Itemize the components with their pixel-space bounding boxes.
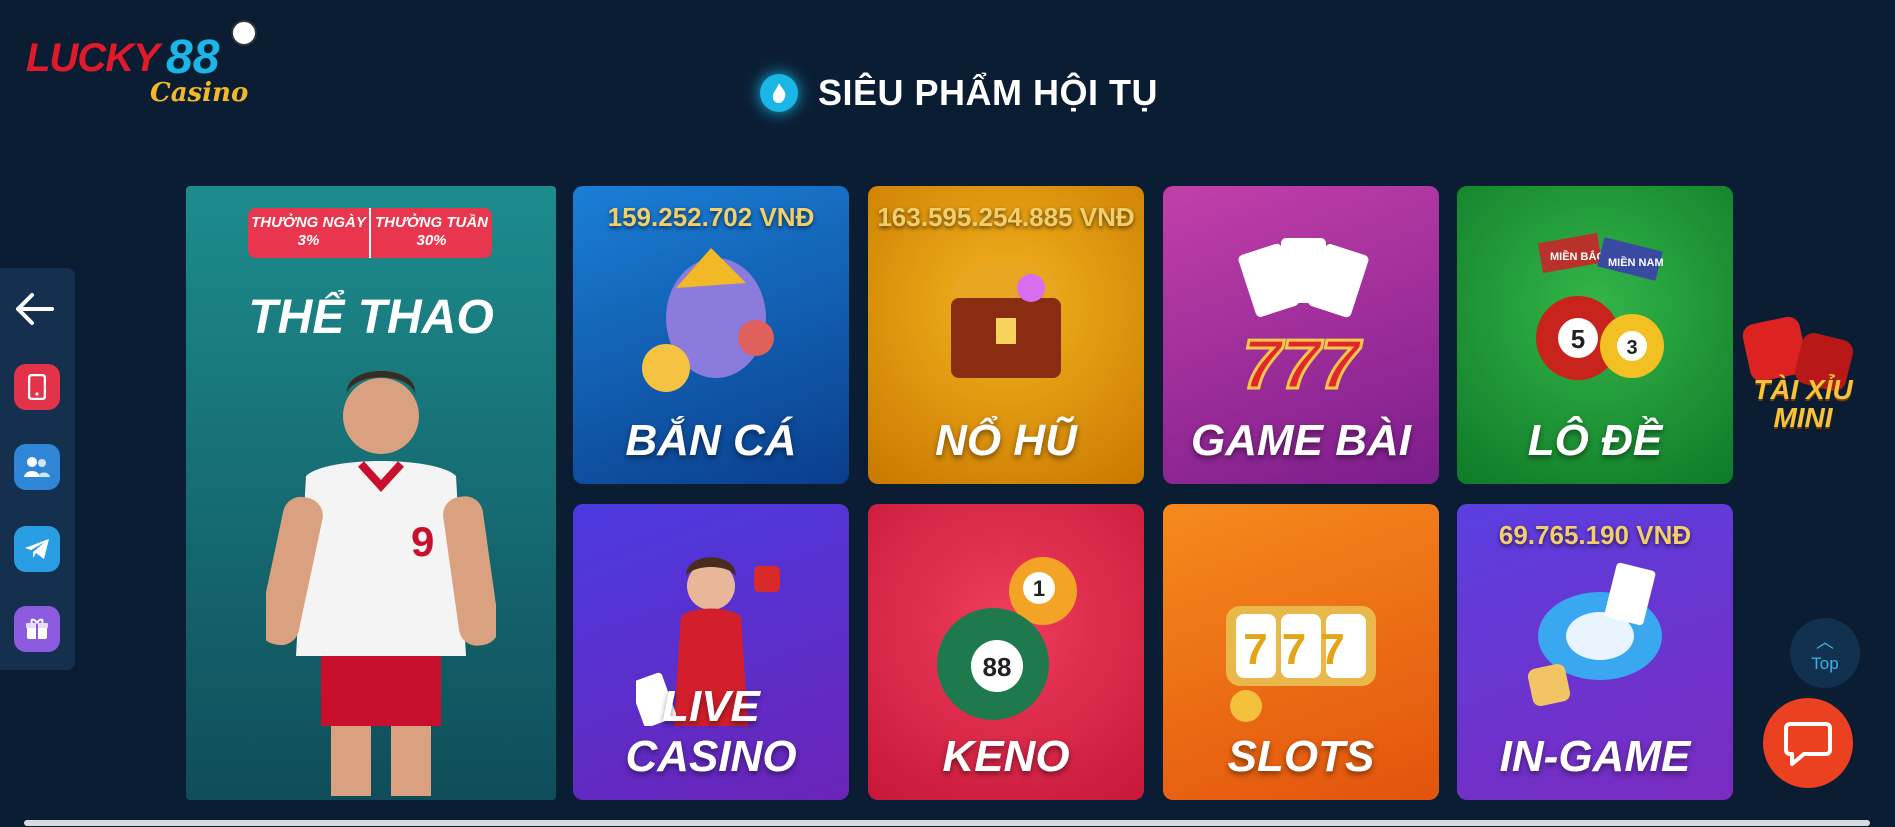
logo-number: 88 xyxy=(166,31,220,84)
tile-label: SLOTS xyxy=(1227,732,1375,781)
svg-text:3: 3 xyxy=(1626,337,1637,359)
sports-title: THỂ THAO xyxy=(248,291,494,344)
tile-label: LÔ ĐỀ xyxy=(1527,416,1663,465)
keno-balls-icon: 1 88 xyxy=(937,557,1077,720)
svg-text:5: 5 xyxy=(1571,324,1585,354)
playing-cards-icon: 777 xyxy=(1238,238,1369,405)
tile-no-hu[interactable]: 163.595.254.885 VNĐ NỔ HŨ xyxy=(868,186,1144,484)
gift-icon xyxy=(26,618,48,639)
shark-icon xyxy=(642,248,774,392)
scroll-top-button[interactable]: ︿ Top xyxy=(1790,618,1860,688)
tile-ban-ca[interactable]: 159.252.702 VNĐ BẮN CÁ xyxy=(573,186,849,484)
community-button[interactable] xyxy=(14,444,60,490)
telegram-button[interactable] xyxy=(14,526,60,572)
football-player-image: 9 xyxy=(266,371,496,796)
tile-label: BẮN CÁ xyxy=(625,416,797,465)
horizontal-scrollbar[interactable] xyxy=(24,820,1870,826)
tile-slots[interactable]: 777 SLOTS xyxy=(1163,504,1439,800)
soccer-ball-icon xyxy=(231,20,257,46)
sports-banner[interactable]: THƯỞNG NGÀY 3% THƯỞNG TUẦN 30% THỂ THAO 9 xyxy=(186,186,556,800)
logo-brand: LUCKY xyxy=(26,36,160,80)
svg-text:777: 777 xyxy=(1243,625,1358,674)
tile-keno[interactable]: 1 88 KENO xyxy=(868,504,1144,800)
scroll-top-label: Top xyxy=(1811,654,1839,673)
chevron-up-icon: ︿ xyxy=(1816,632,1834,652)
tile-label: KENO xyxy=(942,732,1070,781)
tile-lo-de[interactable]: MIỀN BẮC MIỀN NAM 5 3 LÔ ĐỀ xyxy=(1457,186,1733,484)
lottery-balls-icon: MIỀN BẮC MIỀN NAM 5 3 xyxy=(1536,233,1664,380)
tile-label: IN-GAME xyxy=(1499,732,1691,781)
tile-in-game[interactable]: 69.765.190 VNĐ IN-GAME xyxy=(1457,504,1733,800)
chat-bubble-icon xyxy=(1784,722,1832,766)
live-chat-button[interactable] xyxy=(1763,698,1853,788)
tai-xiu-mini-button[interactable]: TÀI XỈU MINI xyxy=(1736,314,1870,448)
gift-button[interactable] xyxy=(14,606,60,652)
tile-label: LIVE CASINO xyxy=(625,682,797,781)
treasure-chest-icon xyxy=(951,260,1061,378)
svg-text:777: 777 xyxy=(1243,325,1363,403)
tile-label: GAME BÀI xyxy=(1191,416,1411,465)
poker-chips-icon xyxy=(1527,562,1662,707)
svg-text:1: 1 xyxy=(1033,576,1045,601)
arrow-left-icon[interactable] xyxy=(12,288,56,338)
svg-text:9: 9 xyxy=(411,518,434,565)
svg-text:MIỀN NAM: MIỀN NAM xyxy=(1608,256,1664,269)
tile-label: NỔ HŨ xyxy=(935,416,1077,465)
group-icon xyxy=(24,457,50,477)
tile-game-bai[interactable]: 777 GAME BÀI xyxy=(1163,186,1439,484)
telegram-icon xyxy=(25,539,49,559)
logo[interactable]: LUCKY 88 Casino xyxy=(26,16,257,108)
section-header: SIÊU PHẨM HỘI TỤ xyxy=(760,72,1158,114)
mobile-app-button[interactable] xyxy=(14,364,60,410)
slot-machine-icon: 777 xyxy=(1226,606,1376,722)
tai-xiu-label: TÀI XỈU MINI xyxy=(1753,374,1853,433)
mobile-icon xyxy=(28,374,46,400)
daily-bonus: THƯỞNG NGÀY 3% xyxy=(251,214,366,249)
bonus-badge: THƯỞNG NGÀY 3% THƯỞNG TUẦN 30% xyxy=(248,208,492,258)
tile-live-casino[interactable]: LIVE CASINO xyxy=(573,504,849,800)
svg-text:88: 88 xyxy=(983,652,1012,682)
section-title: SIÊU PHẨM HỘI TỤ xyxy=(818,72,1159,113)
weekly-bonus: THƯỞNG TUẦN 30% xyxy=(369,208,492,258)
logo-sub: Casino xyxy=(150,78,249,108)
side-menu xyxy=(0,268,75,670)
flame-icon xyxy=(760,74,798,112)
svg-text:MIỀN BẮC: MIỀN BẮC xyxy=(1550,250,1604,263)
